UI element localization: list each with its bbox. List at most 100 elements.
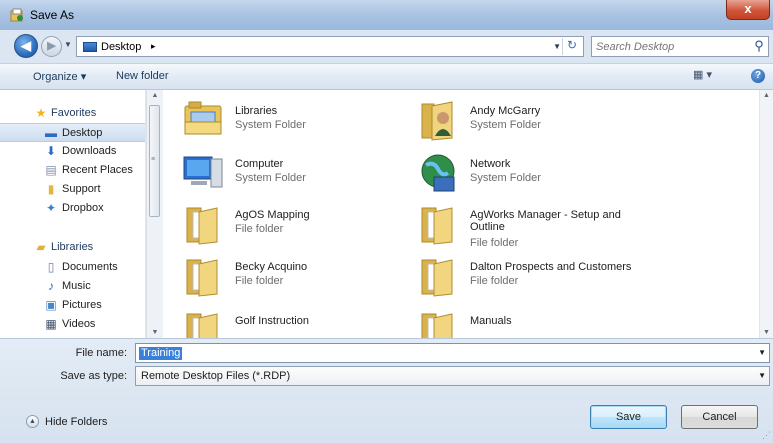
file-name-label: File name: bbox=[75, 347, 127, 359]
file-item-golf-instruction[interactable]: Golf Instruction bbox=[181, 308, 411, 338]
save-as-type-value: Remote Desktop Files (*.RDP) bbox=[141, 370, 291, 382]
folder-icon bbox=[421, 259, 453, 297]
sidebar-item-videos[interactable]: ▦ Videos bbox=[0, 315, 145, 334]
file-item-name: AgOS Mapping bbox=[235, 209, 310, 221]
computer-icon bbox=[183, 156, 223, 188]
sidebar-item-label: Documents bbox=[62, 261, 118, 273]
sidebar-item-music[interactable]: ♪ Music bbox=[0, 277, 145, 296]
file-item-name: AgWorks Manager - Setup and Outline bbox=[470, 209, 621, 233]
file-item-manuals[interactable]: Manuals bbox=[416, 308, 646, 338]
scroll-down-icon[interactable]: ▼ bbox=[147, 329, 163, 336]
scroll-up-icon[interactable]: ▲ bbox=[147, 92, 163, 99]
organize-button[interactable]: Organize ▾ bbox=[33, 70, 86, 83]
folder-icon bbox=[421, 207, 453, 245]
sidebar-item-favorites[interactable]: ★ Favorites bbox=[0, 104, 145, 123]
navigation-scrollbar[interactable]: ▲ ≡ ▼ bbox=[146, 90, 163, 338]
address-row: ◀ ▶ ▼ Desktop ▸ ▼ ↻ ⚲ bbox=[0, 30, 773, 62]
scroll-grip-icon: ≡ bbox=[151, 156, 156, 163]
save-button[interactable]: Save bbox=[590, 405, 667, 429]
breadcrumb-desktop[interactable]: Desktop bbox=[101, 41, 141, 53]
close-icon: x bbox=[744, 1, 752, 16]
save-as-type-dropdown-icon[interactable]: ▼ bbox=[758, 371, 766, 380]
file-item-becky-acquino[interactable]: Becky Acquino File folder bbox=[181, 254, 411, 302]
forward-arrow-icon: ▶ bbox=[47, 40, 56, 52]
file-item-libraries[interactable]: Libraries System Folder bbox=[181, 98, 411, 146]
file-item-type: File folder bbox=[235, 223, 284, 235]
save-as-type-select[interactable]: Remote Desktop Files (*.RDP) ▼ bbox=[135, 366, 770, 386]
sidebar-item-support[interactable]: ▮ Support bbox=[0, 180, 145, 199]
forward-button[interactable]: ▶ bbox=[41, 36, 62, 57]
folder-icon bbox=[186, 259, 218, 297]
sidebar-item-label: Dropbox bbox=[62, 202, 104, 214]
save-form: File name: Training ▼ Save as type: Remo… bbox=[0, 338, 773, 443]
breadcrumb-chevron-icon[interactable]: ▸ bbox=[151, 41, 156, 52]
sidebar-item-label: Libraries bbox=[51, 241, 94, 253]
sidebar-item-label: Music bbox=[62, 280, 91, 292]
file-name-field[interactable]: Training ▼ bbox=[135, 343, 770, 363]
documents-icon: ▯ bbox=[47, 260, 55, 274]
sidebar-item-label: Support bbox=[62, 183, 101, 195]
sidebar-item-documents[interactable]: ▯ Documents bbox=[0, 258, 145, 277]
browser-body: ★ Favorites ▬ Desktop ⬇ Downloads ▤ Recent Plac… bbox=[0, 90, 773, 338]
sidebar-item-libraries[interactable]: ▰ Libraries bbox=[0, 238, 145, 257]
file-name-dropdown-icon[interactable]: ▼ bbox=[758, 348, 766, 357]
help-icon[interactable]: ? bbox=[751, 69, 765, 83]
sidebar-item-downloads[interactable]: ⬇ Downloads bbox=[0, 142, 145, 161]
file-item-agos-mapping[interactable]: AgOS Mapping File folder bbox=[181, 202, 411, 250]
file-item-name: Becky Acquino bbox=[235, 261, 308, 273]
file-item-network[interactable]: Network System Folder bbox=[416, 151, 646, 199]
file-item-type: File folder bbox=[470, 237, 519, 249]
file-item-dalton-prospects-and-customers[interactable]: Dalton Prospects and Customers File folde… bbox=[416, 254, 646, 302]
refresh-icon[interactable]: ↻ bbox=[562, 38, 581, 55]
desktop-icon bbox=[83, 42, 97, 52]
sidebar-item-desktop[interactable]: ▬ Desktop bbox=[0, 123, 145, 142]
file-item-andy-mcgarry[interactable]: Andy McGarry System Folder bbox=[416, 98, 646, 146]
file-item-computer[interactable]: Computer System Folder bbox=[181, 151, 411, 199]
sidebar-item-label: Favorites bbox=[51, 107, 97, 119]
file-item-type: File folder bbox=[235, 275, 284, 287]
resize-grip-icon[interactable]: ⋰ bbox=[762, 430, 771, 441]
file-item-name: Manuals bbox=[470, 315, 512, 327]
file-item-agworks-manager-setup-and-outline[interactable]: AgWorks Manager - Setup and Outline File … bbox=[416, 202, 646, 250]
search-input[interactable] bbox=[596, 39, 746, 54]
user-folder-icon bbox=[421, 101, 453, 141]
sidebar-item-recent-places[interactable]: ▤ Recent Places bbox=[0, 161, 145, 180]
star-icon: ★ bbox=[35, 106, 47, 120]
back-button[interactable]: ◀ bbox=[14, 34, 38, 58]
file-item-type: System Folder bbox=[470, 119, 541, 131]
file-item-name: Golf Instruction bbox=[235, 315, 309, 327]
file-name-selected-text[interactable]: Training bbox=[139, 347, 183, 360]
sidebar-item-label: Videos bbox=[62, 318, 96, 330]
desktop-icon: ▬ bbox=[45, 126, 57, 140]
search-box[interactable]: ⚲ bbox=[591, 36, 769, 57]
cancel-button[interactable]: Cancel bbox=[681, 405, 758, 429]
folder-icon: ▮ bbox=[47, 182, 55, 196]
scroll-down-icon[interactable]: ▼ bbox=[760, 329, 773, 336]
folder-icon bbox=[186, 313, 218, 338]
window-title: Save As bbox=[30, 8, 75, 22]
change-view-icon[interactable]: ▦ ▾ bbox=[693, 68, 721, 84]
navigation-pane[interactable]: ★ Favorites ▬ Desktop ⬇ Downloads ▤ Recent Plac… bbox=[0, 90, 146, 338]
network-icon bbox=[421, 154, 455, 192]
recent-pages-dropdown-icon[interactable]: ▼ bbox=[64, 40, 72, 49]
sidebar-item-label: Pictures bbox=[62, 299, 102, 311]
file-item-type: System Folder bbox=[470, 172, 541, 184]
file-list-scrollbar[interactable]: ▲ ▼ bbox=[759, 90, 773, 338]
libraries-folder-icon bbox=[184, 101, 222, 135]
save-as-dialog: Save As x ◀ ▶ ▼ Desktop ▸ ▼ ↻ ⚲ Organize… bbox=[0, 0, 773, 443]
sidebar-item-pictures[interactable]: ▣ Pictures bbox=[0, 296, 145, 315]
folder-icon bbox=[186, 207, 218, 245]
sidebar-item-label: Desktop bbox=[62, 127, 103, 139]
new-folder-button[interactable]: New folder bbox=[116, 70, 169, 82]
search-icon[interactable]: ⚲ bbox=[750, 38, 768, 54]
recent-places-icon: ▤ bbox=[45, 163, 57, 177]
close-button[interactable]: x bbox=[726, 0, 770, 20]
address-bar[interactable]: Desktop ▸ ▼ ↻ bbox=[76, 36, 584, 57]
address-dropdown-icon[interactable]: ▼ bbox=[553, 42, 561, 51]
title-bar[interactable]: Save As x bbox=[0, 0, 773, 30]
save-as-type-label: Save as type: bbox=[60, 370, 127, 382]
hide-folders-label: Hide Folders bbox=[45, 416, 108, 428]
scroll-up-icon[interactable]: ▲ bbox=[760, 92, 773, 99]
file-list[interactable]: Libraries System Folder Andy McGarry System… bbox=[163, 90, 759, 338]
sidebar-item-dropbox[interactable]: ✦ Dropbox bbox=[0, 199, 145, 218]
